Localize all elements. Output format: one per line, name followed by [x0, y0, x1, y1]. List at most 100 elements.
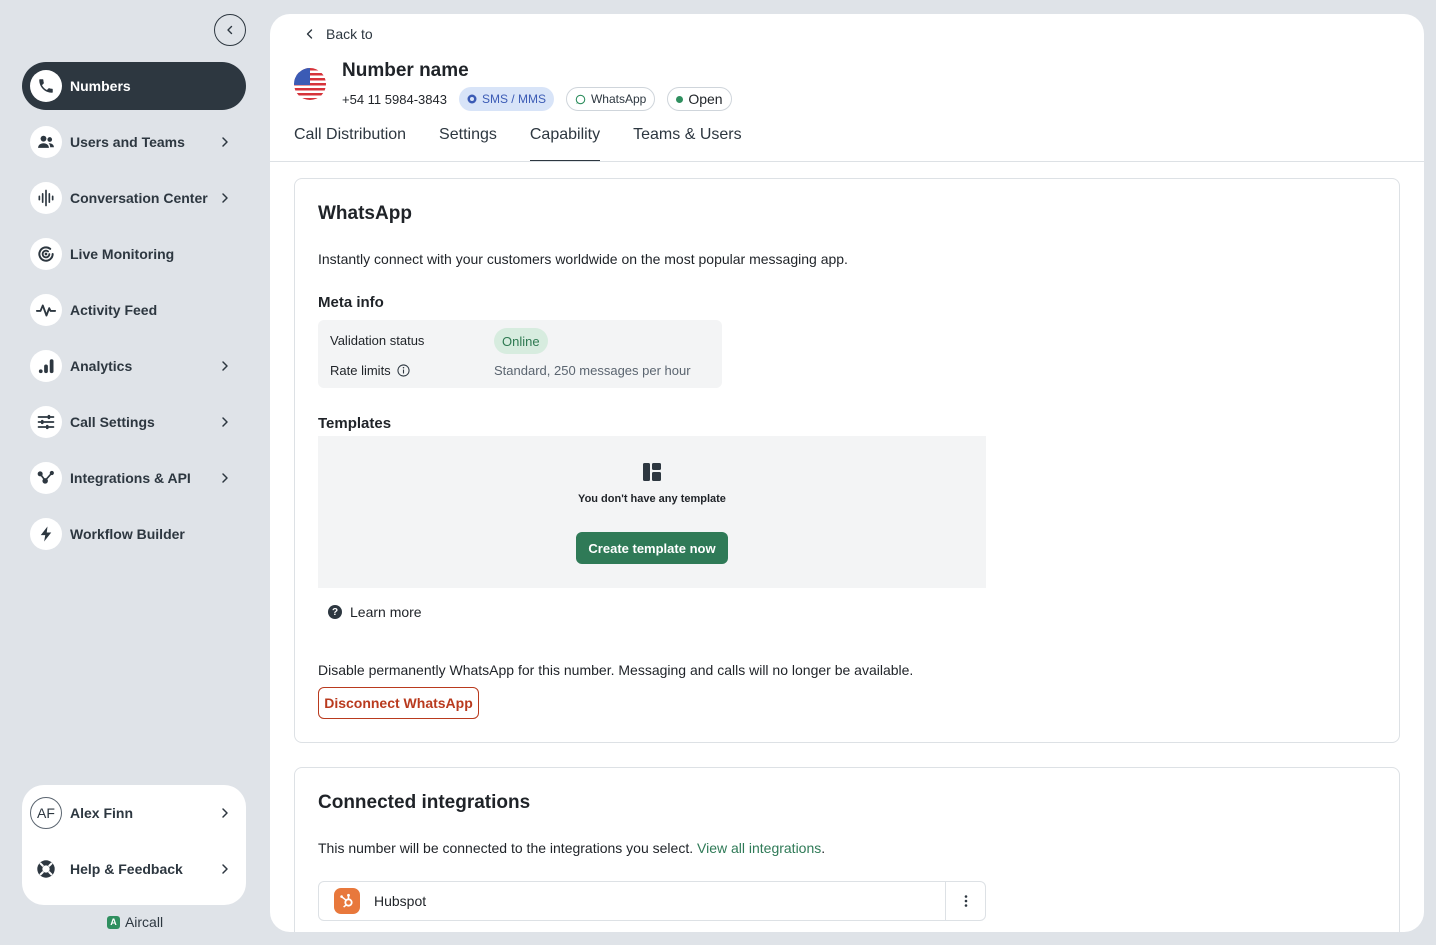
disable-description: Disable permanently WhatsApp for this nu… [318, 662, 914, 678]
page-title: Number name [342, 60, 469, 81]
chevron-right-icon [222, 417, 228, 427]
brand-footer: A Aircall [0, 914, 270, 930]
sidebar-item-label: Conversation Center [70, 190, 208, 206]
status-label: Open [688, 91, 723, 107]
sidebar-item-users-and-teams[interactable]: Users and Teams [22, 118, 246, 166]
tab-call-distribution[interactable]: Call Distribution [294, 122, 406, 162]
help-feedback-item[interactable]: Help & Feedback [22, 841, 246, 897]
disconnect-whatsapp-button[interactable]: Disconnect WhatsApp [318, 687, 479, 719]
sidebar-item-label: Integrations & API [70, 470, 191, 486]
phone-icon [30, 70, 62, 102]
message-icon [467, 94, 477, 104]
brand-name: Aircall [124, 914, 164, 930]
meta-info-title: Meta info [318, 294, 384, 311]
integrations-description-row: This number will be connected to the int… [318, 840, 825, 856]
online-badge: Online [494, 328, 548, 354]
tab-bar: Call Distribution Settings Capability Te… [294, 122, 742, 162]
us-flag-icon [294, 68, 326, 100]
chevron-left-icon [227, 25, 233, 35]
chevron-right-icon [222, 193, 228, 203]
more-options-button[interactable] [945, 882, 985, 920]
sliders-icon [30, 406, 62, 438]
help-label: Help & Feedback [70, 861, 183, 877]
sidebar-item-numbers[interactable]: Numbers [22, 62, 246, 110]
integrations-card: Connected integrations This number will … [294, 767, 1400, 932]
status-badge: Open [667, 87, 732, 111]
whatsapp-description: Instantly connect with your customers wo… [318, 251, 848, 267]
sidebar-item-label: Live Monitoring [70, 246, 175, 262]
phone-number: +54 11 5984-3843 [342, 91, 447, 107]
sidebar-item-analytics[interactable]: Analytics [22, 342, 246, 390]
templates-title: Templates [318, 415, 392, 432]
rate-limits-label: Rate limits [330, 363, 391, 378]
chevron-right-icon [222, 808, 228, 818]
info-icon[interactable] [397, 364, 410, 377]
collapse-sidebar-button[interactable] [214, 14, 246, 46]
number-meta-row: +54 11 5984-3843 SMS / MMS WhatsApp Open [342, 87, 732, 111]
integration-row: Hubspot [318, 881, 986, 921]
sms-mms-badge: SMS / MMS [458, 87, 554, 111]
hubspot-icon [334, 888, 360, 914]
create-template-button[interactable]: Create template now [576, 532, 728, 564]
sidebar-nav: Numbers Users and Teams Conversation Cen… [22, 62, 246, 566]
sidebar: Numbers Users and Teams Conversation Cen… [0, 0, 270, 945]
rate-limits-label-group: Rate limits [330, 363, 410, 378]
tab-capability[interactable]: Capability [529, 122, 601, 162]
view-all-integrations-link[interactable]: View all integrations [697, 840, 821, 856]
waveform-icon [30, 182, 62, 214]
kebab-menu-icon [964, 895, 967, 907]
tab-teams-users[interactable]: Teams & Users [633, 122, 741, 162]
users-icon [30, 126, 62, 158]
whatsapp-icon [575, 94, 586, 104]
sidebar-item-label: Users and Teams [70, 134, 185, 150]
template-icon [643, 463, 661, 481]
whatsapp-title: WhatsApp [318, 203, 412, 224]
bar-chart-icon [30, 350, 62, 382]
integrations-description: This number will be connected to the int… [318, 840, 694, 856]
pulse-icon [30, 294, 62, 326]
rate-limits-value: Standard, 250 messages per hour [494, 363, 691, 378]
whatsapp-badge: WhatsApp [565, 87, 656, 111]
whatsapp-card: WhatsApp Instantly connect with your cus… [294, 178, 1400, 743]
validation-status-label: Validation status [330, 333, 425, 348]
live-monitoring-icon [30, 238, 62, 270]
avatar: AF [30, 797, 62, 829]
integrations-description-suffix: . [821, 840, 826, 856]
integrations-title: Connected integrations [318, 792, 531, 813]
back-link[interactable]: Back to [304, 26, 373, 42]
bolt-icon [30, 518, 62, 550]
learn-more-label: Learn more [350, 604, 422, 620]
aircall-logo-icon: A [106, 915, 120, 929]
chevron-left-icon [306, 29, 313, 39]
sidebar-item-label: Analytics [70, 358, 133, 374]
sidebar-item-call-settings[interactable]: Call Settings [22, 398, 246, 446]
integrations-icon [30, 462, 62, 494]
learn-more-link[interactable]: ? Learn more [328, 604, 422, 620]
sidebar-item-activity-feed[interactable]: Activity Feed [22, 286, 246, 334]
sidebar-item-live-monitoring[interactable]: Live Monitoring [22, 230, 246, 278]
sidebar-item-conversation-center[interactable]: Conversation Center [22, 174, 246, 222]
user-panel: AF Alex Finn Help & Feedback [22, 785, 246, 905]
user-menu[interactable]: AF Alex Finn [22, 785, 246, 841]
whatsapp-badge-label: WhatsApp [590, 92, 647, 106]
integration-name: Hubspot [374, 893, 427, 909]
main-panel: Back to Number name +54 11 5984-3843 SMS… [270, 14, 1424, 932]
back-label: Back to [326, 26, 373, 42]
sidebar-item-workflow-builder[interactable]: Workflow Builder [22, 510, 246, 558]
chevron-right-icon [222, 137, 228, 147]
sidebar-item-label: Workflow Builder [70, 526, 185, 542]
tabs-divider [270, 161, 1424, 162]
sidebar-item-label: Call Settings [70, 414, 155, 430]
sms-badge-label: SMS / MMS [481, 92, 546, 106]
user-name: Alex Finn [70, 805, 134, 821]
status-dot-icon [676, 95, 684, 103]
tab-settings[interactable]: Settings [439, 122, 497, 162]
lifebuoy-icon [30, 853, 62, 885]
sidebar-item-integrations-api[interactable]: Integrations & API [22, 454, 246, 502]
chevron-right-icon [222, 864, 228, 874]
chevron-right-icon [222, 473, 228, 483]
sidebar-item-label: Numbers [70, 78, 131, 94]
templates-empty-state: You don't have any template Create templ… [318, 436, 986, 588]
sidebar-item-label: Activity Feed [70, 302, 158, 318]
help-icon: ? [328, 605, 342, 619]
